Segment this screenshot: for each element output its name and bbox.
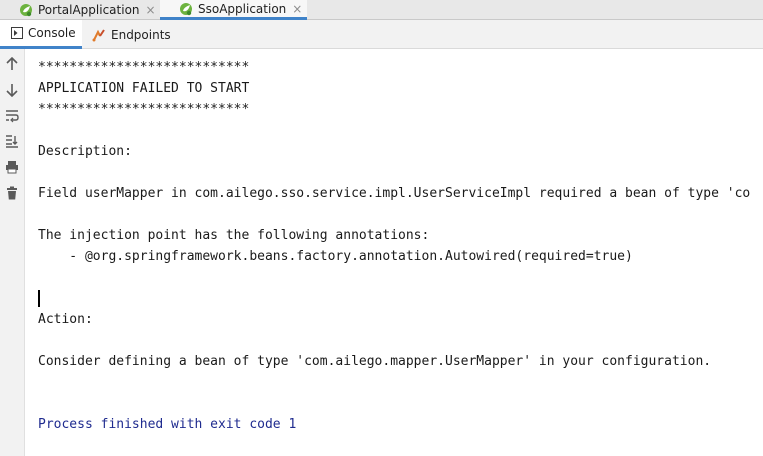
tab-endpoints[interactable]: Endpoints: [82, 20, 182, 49]
soft-wrap-icon[interactable]: [3, 107, 21, 125]
tool-window-tabs: Console Endpoints: [0, 20, 763, 49]
scroll-to-end-icon[interactable]: [3, 132, 21, 150]
spring-leaf-icon: [20, 4, 32, 17]
console-line: APPLICATION FAILED TO START: [38, 81, 250, 96]
tab-sso-application[interactable]: SsoApplication ×: [160, 0, 307, 20]
up-arrow-icon[interactable]: [3, 55, 21, 73]
spring-leaf-icon: [180, 2, 192, 15]
console-line: - @org.springframework.beans.factory.ann…: [38, 249, 633, 264]
tab-portal-application[interactable]: PortalApplication ×: [0, 0, 160, 20]
tab-console[interactable]: Console: [0, 20, 82, 49]
print-icon[interactable]: [3, 158, 21, 176]
endpoints-icon: [92, 28, 105, 41]
trash-icon[interactable]: [3, 184, 21, 202]
close-icon[interactable]: ×: [292, 2, 302, 16]
console-line: ***************************: [38, 60, 250, 75]
console-line: ***************************: [38, 102, 250, 117]
tab-label: PortalApplication: [38, 3, 140, 17]
console-line: The injection point has the following an…: [38, 228, 430, 243]
console-output[interactable]: *************************** APPLICATION …: [26, 49, 763, 456]
down-arrow-icon[interactable]: [3, 81, 21, 99]
close-icon[interactable]: ×: [146, 3, 156, 17]
text-cursor: [38, 290, 40, 307]
tab-label: SsoApplication: [198, 1, 287, 16]
console-line: Action:: [38, 312, 93, 327]
console-line: Description:: [38, 144, 132, 159]
exit-message: Process finished with exit code 1: [38, 417, 297, 432]
console-icon: [11, 27, 23, 39]
console-toolbar: [0, 49, 25, 456]
console-line: Field userMapper in com.ailego.sso.servi…: [38, 186, 751, 201]
tab-label: Console: [28, 26, 76, 40]
tab-label: Endpoints: [111, 27, 171, 42]
console-line: Consider defining a bean of type 'com.ai…: [38, 354, 712, 369]
run-tab-bar: PortalApplication × SsoApplication ×: [0, 0, 763, 20]
